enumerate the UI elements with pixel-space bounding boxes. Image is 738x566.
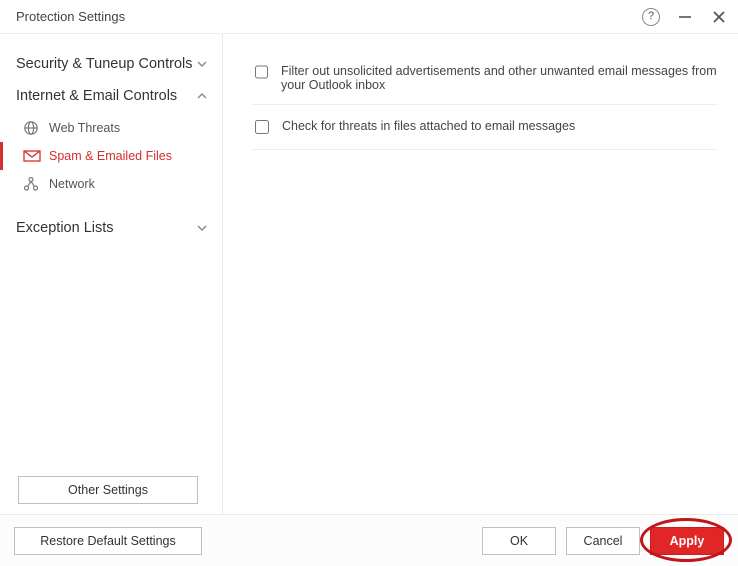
sidebar-item-network[interactable]: Network — [0, 170, 222, 198]
chevron-down-icon — [196, 222, 208, 234]
checkbox[interactable] — [255, 120, 269, 134]
option-check-attachments[interactable]: Check for threats in files attached to e… — [251, 113, 718, 150]
ok-button[interactable]: OK — [482, 527, 556, 555]
sidebar-item-label: Spam & Emailed Files — [49, 149, 172, 163]
section-label: Security & Tuneup Controls — [16, 56, 193, 72]
option-label: Filter out unsolicited advertisements an… — [281, 64, 718, 92]
chevron-down-icon — [196, 58, 208, 70]
titlebar: Protection Settings ? — [0, 0, 738, 34]
apply-button[interactable]: Apply — [650, 527, 724, 555]
section-internet-email[interactable]: Internet & Email Controls — [0, 80, 222, 112]
restore-defaults-button[interactable]: Restore Default Settings — [14, 527, 202, 555]
mail-icon — [23, 149, 43, 163]
sidebar-item-label: Network — [49, 177, 95, 191]
section-label: Internet & Email Controls — [16, 88, 177, 104]
footer-right-buttons: OK Cancel Apply — [482, 527, 724, 555]
section-security-tuneup[interactable]: Security & Tuneup Controls — [0, 48, 222, 80]
option-filter-unsolicited[interactable]: Filter out unsolicited advertisements an… — [251, 58, 718, 105]
window-title: Protection Settings — [16, 9, 125, 24]
window-controls: ? — [642, 8, 728, 26]
close-icon[interactable] — [710, 8, 728, 26]
section-label: Exception Lists — [16, 220, 114, 236]
sidebar: Security & Tuneup Controls Internet & Em… — [0, 34, 223, 514]
sidebar-item-label: Web Threats — [49, 121, 120, 135]
help-icon[interactable]: ? — [642, 8, 660, 26]
section-exception-lists[interactable]: Exception Lists — [0, 212, 222, 244]
sidebar-item-spam-emailed-files[interactable]: Spam & Emailed Files — [0, 142, 222, 170]
sidebar-item-web-threats[interactable]: Web Threats — [0, 114, 222, 142]
option-label: Check for threats in files attached to e… — [282, 119, 575, 133]
minimize-icon[interactable] — [676, 8, 694, 26]
content-area: Security & Tuneup Controls Internet & Em… — [0, 34, 738, 514]
main-panel: Filter out unsolicited advertisements an… — [223, 34, 738, 514]
other-settings-button[interactable]: Other Settings — [18, 476, 198, 504]
network-icon — [23, 176, 43, 192]
checkbox[interactable] — [255, 65, 268, 79]
globe-icon — [23, 120, 43, 136]
cancel-button[interactable]: Cancel — [566, 527, 640, 555]
footer: Restore Default Settings OK Cancel Apply — [0, 514, 738, 566]
chevron-up-icon — [196, 90, 208, 102]
section-internet-email-items: Web Threats Spam & Emailed Files Network — [0, 112, 222, 204]
